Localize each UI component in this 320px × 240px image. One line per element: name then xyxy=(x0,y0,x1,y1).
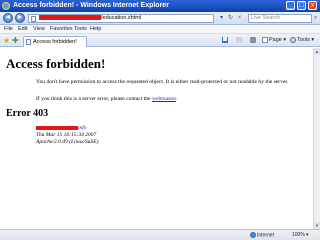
print-button[interactable] xyxy=(250,36,257,45)
redacted-url xyxy=(39,15,101,21)
address-input[interactable]: /education.shtml xyxy=(28,14,214,23)
favorites-star-icon[interactable]: ★ xyxy=(3,36,10,45)
search-input[interactable]: Live Search xyxy=(248,14,312,23)
contact-prefix: If you think this is a server error, ple… xyxy=(36,96,151,102)
print-icon xyxy=(250,36,256,43)
status-bar: Internet 100% ▾ xyxy=(0,229,320,240)
page-heading: Access forbidden! xyxy=(6,56,106,71)
webmaster-link[interactable]: webmaster xyxy=(152,96,176,102)
page-icon xyxy=(31,16,36,22)
host-suffix: info xyxy=(78,125,87,131)
address-toolbar: ◄ ► /education.shtml ▾ ↻ × Live Search ⌕ xyxy=(0,12,320,25)
window-title-app: Windows Internet Explorer xyxy=(80,2,169,9)
page-content: Access forbidden! You don't have permiss… xyxy=(0,48,320,229)
minimize-button[interactable]: _ xyxy=(286,1,295,10)
add-favorite-icon[interactable]: ✚ xyxy=(12,36,19,45)
menu-tools[interactable]: Tools xyxy=(74,26,87,33)
window-title-page: Access forbidden! - xyxy=(13,2,79,9)
menu-bar: File Edit View Favorites Tools Help xyxy=(0,25,320,34)
error-heading: Error 403 xyxy=(6,108,49,119)
menu-favorites[interactable]: Favorites xyxy=(50,26,73,33)
zoom-level[interactable]: 100% ▾ xyxy=(292,232,309,239)
tab-bar: ★ ✚ Access forbidden! Page ▾ Tools ▾ xyxy=(0,34,320,47)
menu-view[interactable]: View xyxy=(33,26,45,33)
menu-file[interactable]: File xyxy=(4,26,13,33)
security-zone: Internet xyxy=(250,232,274,239)
contact-suffix: . xyxy=(175,96,178,102)
forward-button[interactable]: ► xyxy=(15,13,25,23)
feed-icon xyxy=(236,36,242,43)
server-signature: Apache/2.0.49 (Linux/SuSE) xyxy=(36,139,99,145)
page-menu-label: Page xyxy=(269,37,282,43)
scroll-down-icon[interactable]: ▼ xyxy=(314,222,320,229)
page-icon xyxy=(262,36,268,43)
contact-message: If you think this is a server error, ple… xyxy=(36,96,306,103)
dropdown-icon[interactable]: ▾ xyxy=(218,15,225,22)
tools-menu-label: Tools xyxy=(297,37,310,43)
page-icon xyxy=(26,39,31,45)
url-suffix: /education.shtml xyxy=(101,15,142,21)
tools-menu-button[interactable]: Tools ▾ xyxy=(290,36,314,45)
menu-edit[interactable]: Edit xyxy=(18,26,27,33)
search-button[interactable]: ⌕ xyxy=(312,14,319,23)
back-button[interactable]: ◄ xyxy=(3,13,13,23)
redacted-host xyxy=(36,125,78,130)
server-address: info Thu Mar 15 16:15:34 2007 Apache/2.0… xyxy=(36,125,98,146)
close-button[interactable]: x xyxy=(308,1,317,10)
gear-icon xyxy=(290,36,296,43)
page-menu-button[interactable]: Page ▾ xyxy=(262,36,286,45)
ie-logo-icon xyxy=(2,2,10,10)
vertical-scrollbar[interactable]: ▲ ▼ xyxy=(313,48,320,229)
window-title: Access forbidden! - Windows Internet Exp… xyxy=(13,1,169,11)
scroll-up-icon[interactable]: ▲ xyxy=(314,48,320,55)
permission-message: You don't have permission to access the … xyxy=(36,79,289,85)
home-button[interactable] xyxy=(222,36,229,45)
maximize-button[interactable]: □ xyxy=(297,1,306,10)
feeds-button[interactable] xyxy=(236,36,243,45)
title-bar: Access forbidden! - Windows Internet Exp… xyxy=(0,0,320,12)
tab-label: Access forbidden! xyxy=(33,39,77,45)
globe-icon xyxy=(250,232,256,238)
timestamp: Thu Mar 15 16:15:34 2007 xyxy=(36,132,97,138)
stop-button[interactable]: × xyxy=(236,15,243,22)
refresh-button[interactable]: ↻ xyxy=(227,15,234,22)
tab-access-forbidden[interactable]: Access forbidden! xyxy=(23,36,87,47)
menu-help[interactable]: Help xyxy=(90,26,101,33)
zoom-label: 100% xyxy=(292,232,305,238)
host-link[interactable]: info xyxy=(36,125,98,132)
zone-label: Internet xyxy=(257,232,274,239)
home-icon xyxy=(222,36,228,43)
